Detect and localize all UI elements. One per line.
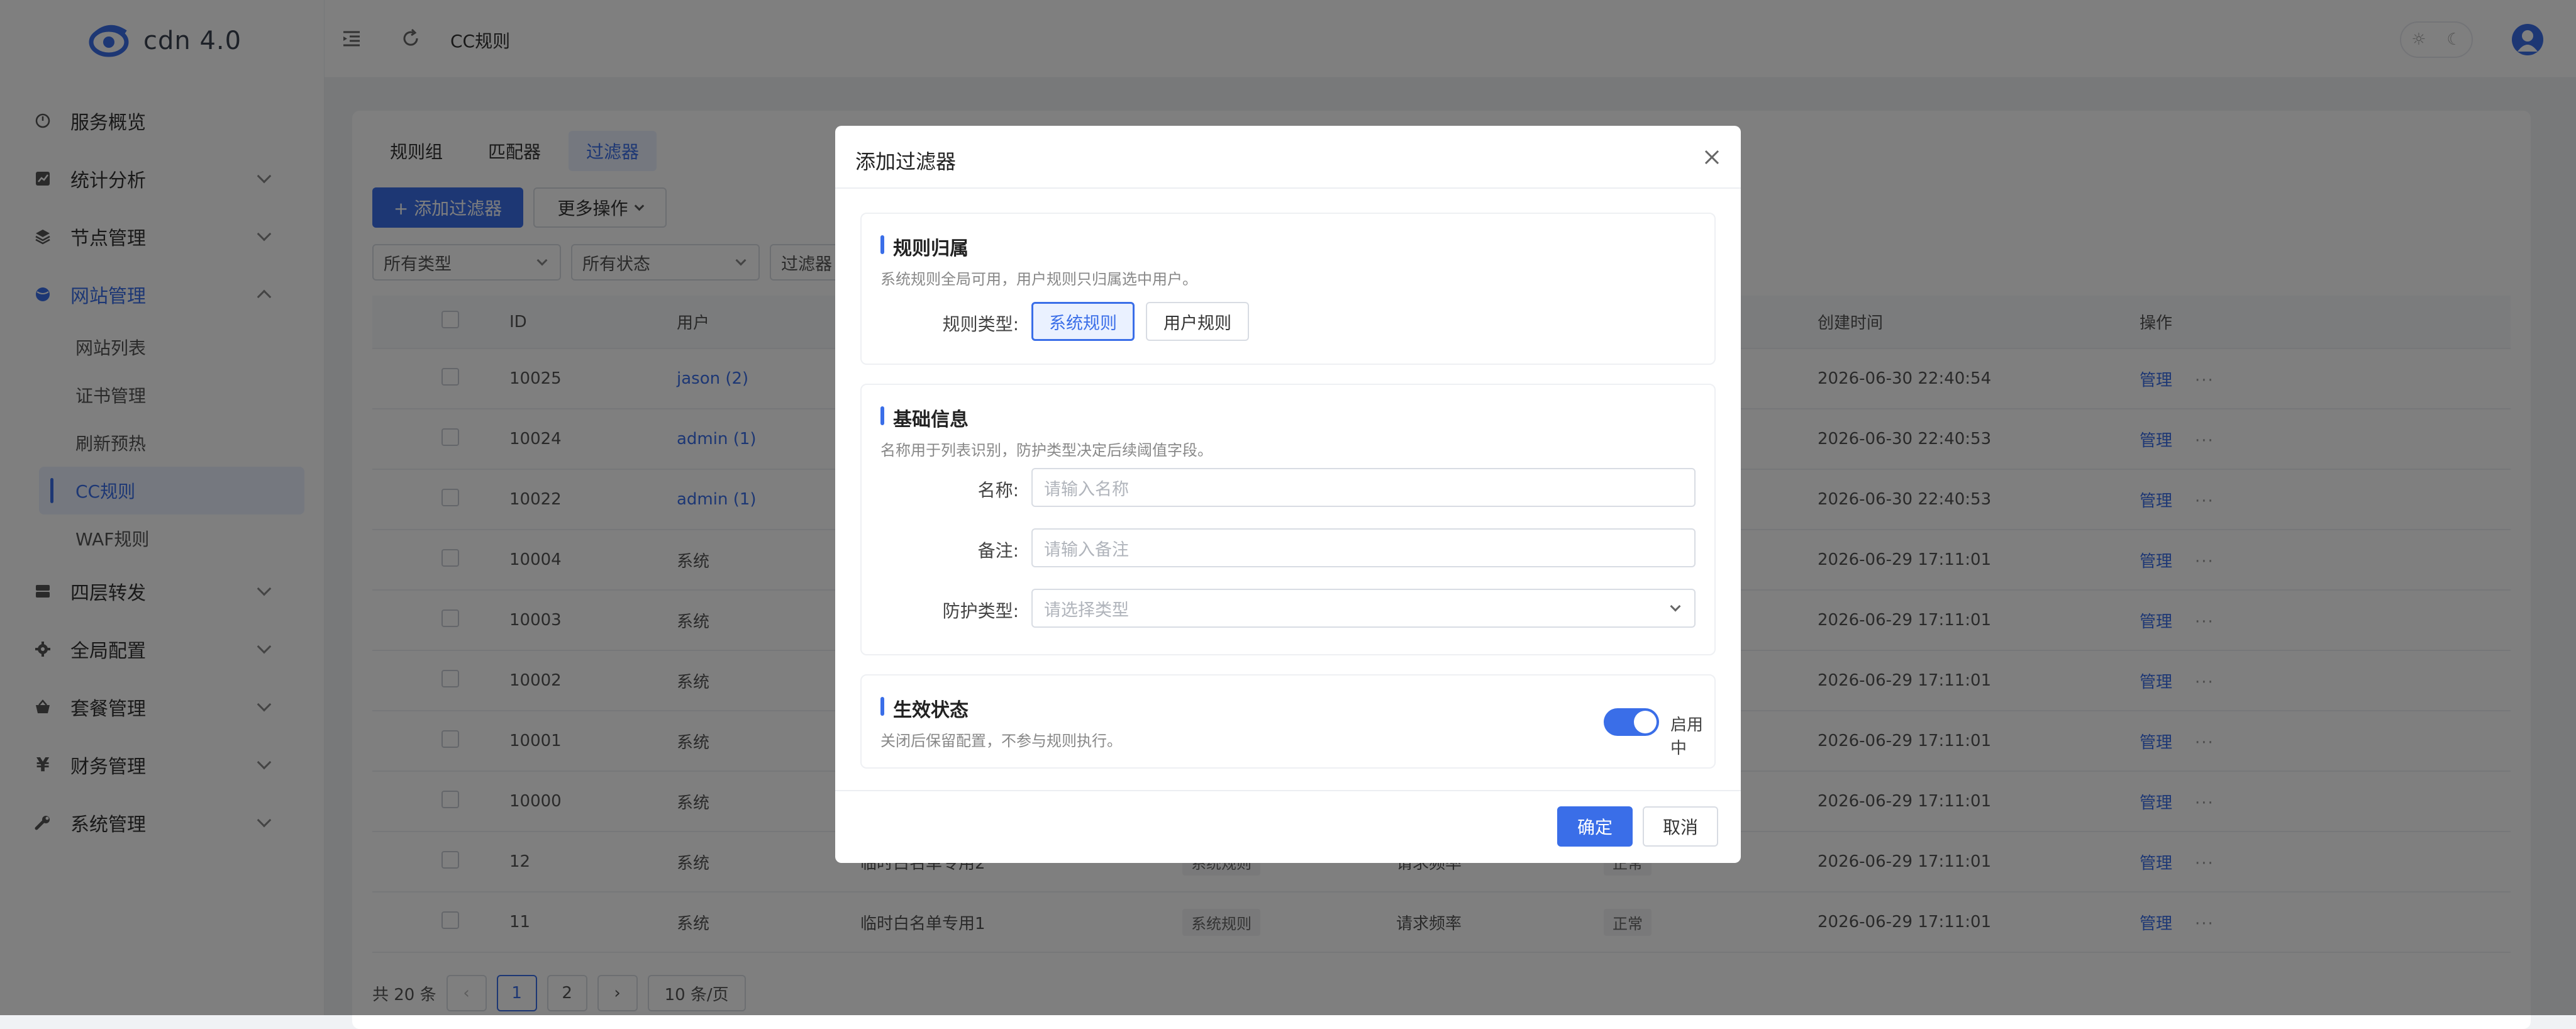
remark-input[interactable]: 请输入备注 (1031, 528, 1696, 567)
section-title: 规则归属 (880, 233, 969, 260)
section-status: 生效状态 关闭后保留配置，不参与规则执行。 启用中 (860, 674, 1716, 769)
section-basic: 基础信息 名称用于列表识别，防护类型决定后续阈值字段。 名称: 请输入名称 备注… (860, 384, 1716, 655)
user-rule-option[interactable]: 用户规则 (1146, 302, 1249, 341)
cancel-button[interactable]: 取消 (1643, 806, 1718, 847)
system-rule-option[interactable]: 系统规则 (1031, 302, 1135, 341)
add-filter-dialog: 添加过滤器 规则归属 系统规则全局可用，用户规则只归属选中用户。 规则类型: 系… (835, 126, 1741, 863)
name-input[interactable]: 请输入名称 (1031, 468, 1696, 507)
section-title: 生效状态 (880, 694, 969, 722)
remark-placeholder: 请输入备注 (1044, 540, 1129, 560)
close-icon[interactable] (1702, 147, 1722, 167)
protection-type-placeholder: 请选择类型 (1044, 600, 1129, 620)
confirm-button[interactable]: 确定 (1557, 806, 1633, 847)
section-title: 基础信息 (880, 404, 969, 431)
dialog-title: 添加过滤器 (855, 150, 957, 174)
section-ownership: 规则归属 系统规则全局可用，用户规则只归属选中用户。 规则类型: 系统规则 用户… (860, 213, 1716, 365)
chevron-down-icon (1670, 601, 1681, 612)
section-desc: 关闭后保留配置，不参与规则执行。 (880, 732, 1122, 750)
section-desc: 系统规则全局可用，用户规则只归属选中用户。 (880, 270, 1197, 288)
rule-type-label: 规则类型: (942, 314, 1019, 335)
protection-type-label: 防护类型: (942, 601, 1019, 621)
remark-label: 备注: (977, 540, 1019, 561)
dialog-footer: 确定 取消 (835, 790, 1741, 863)
enable-toggle[interactable] (1604, 708, 1659, 736)
name-label: 名称: (977, 480, 1019, 501)
protection-type-select[interactable]: 请选择类型 (1031, 589, 1696, 628)
toggle-knob (1634, 711, 1657, 733)
toggle-label: 启用中 (1670, 716, 1704, 758)
dialog-header: 添加过滤器 (835, 126, 1741, 189)
name-placeholder: 请输入名称 (1044, 479, 1129, 499)
section-desc: 名称用于列表识别，防护类型决定后续阈值字段。 (880, 442, 1213, 459)
